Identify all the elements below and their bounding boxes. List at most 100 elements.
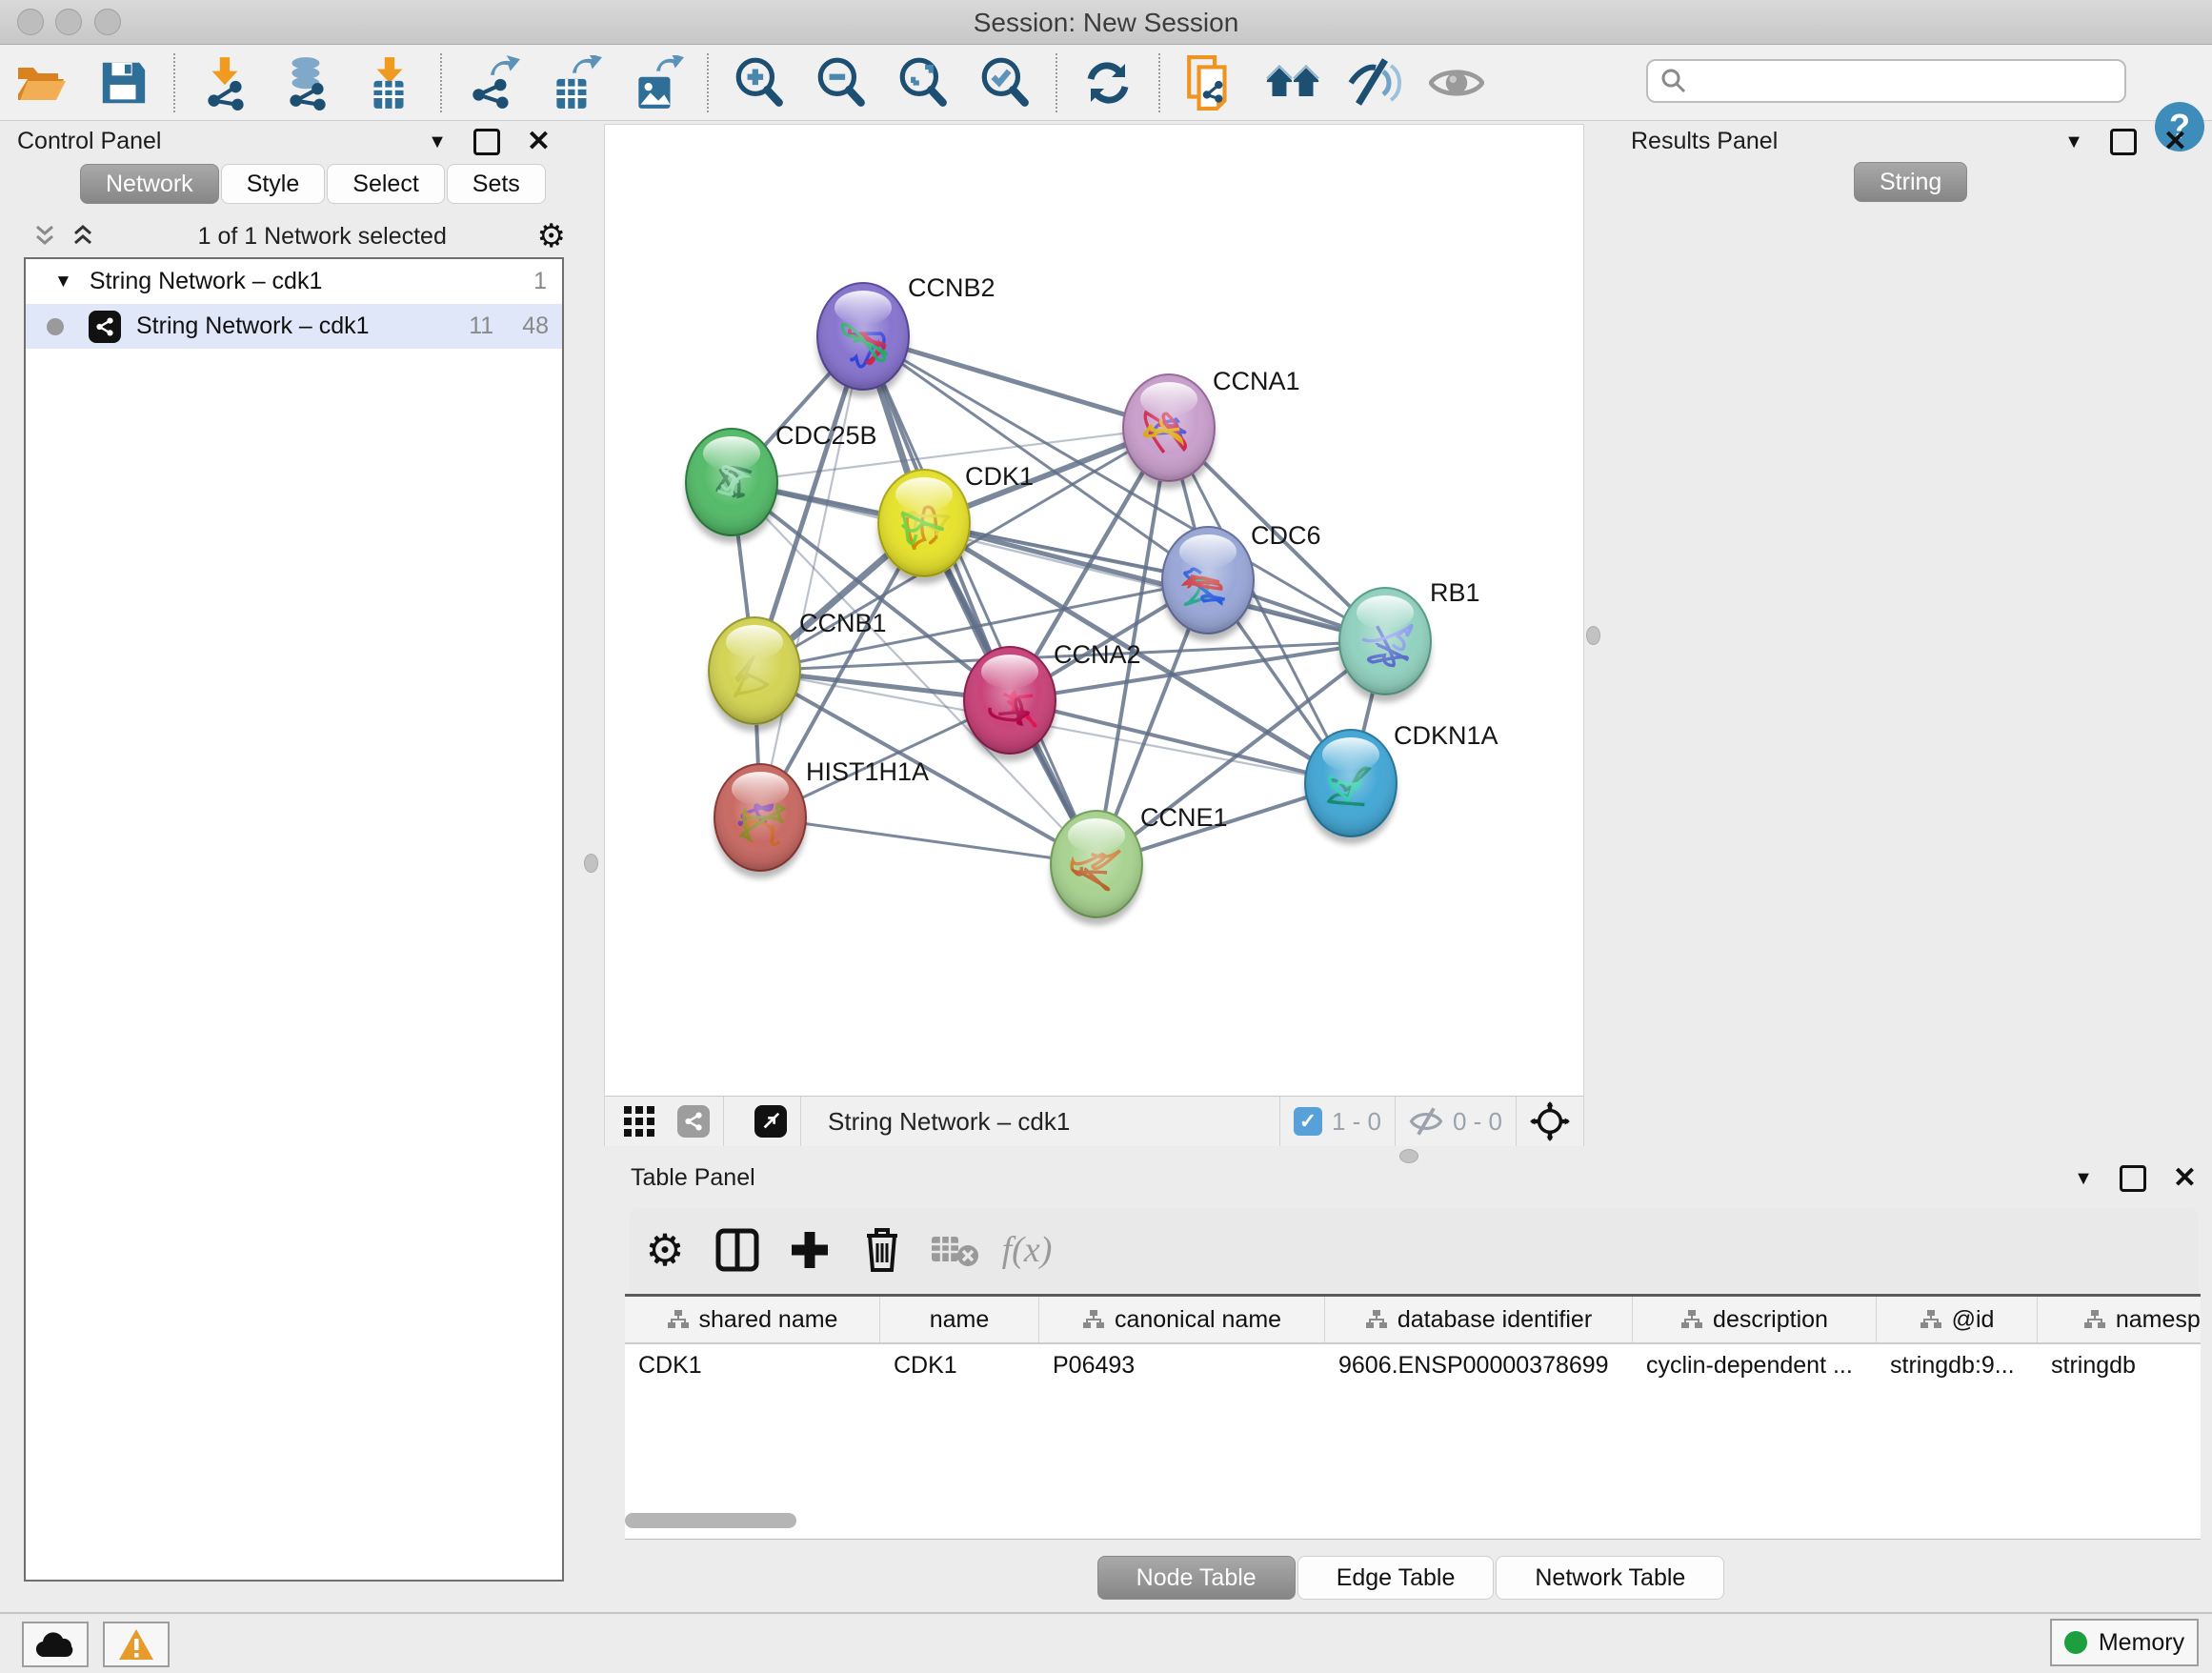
cloud-status-button[interactable] bbox=[22, 1622, 89, 1667]
network-options-gear-icon[interactable]: ⚙ bbox=[537, 217, 566, 255]
table-cell[interactable]: stringdb:9... bbox=[1877, 1344, 2038, 1386]
network-edge[interactable] bbox=[863, 336, 1169, 428]
save-session-button[interactable] bbox=[95, 55, 151, 111]
zoom-fit-button[interactable] bbox=[895, 55, 951, 111]
status-bar: Memory bbox=[0, 1612, 2212, 1673]
network-share-view-icon[interactable] bbox=[677, 1105, 710, 1138]
import-table-button[interactable] bbox=[362, 55, 417, 111]
table-cell[interactable]: 9606.ENSP00000378699 bbox=[1325, 1344, 1633, 1386]
bottom-splitter-handle[interactable] bbox=[1399, 1149, 1418, 1163]
float-panel-icon[interactable] bbox=[2110, 129, 2137, 155]
network-canvas[interactable]: CCNB2CCNA1CDC25BCDK1CDC6RB1CCNB1CCNA2CDK… bbox=[605, 125, 1583, 1095]
tab-string[interactable]: String bbox=[1854, 162, 1967, 202]
tab-select[interactable]: Select bbox=[327, 164, 444, 204]
show-graphics-details-button[interactable] bbox=[1429, 55, 1484, 111]
home-button[interactable] bbox=[1265, 55, 1320, 111]
table-options-gear-icon[interactable]: ⚙ bbox=[634, 1221, 695, 1279]
results-panel-title: Results Panel bbox=[1631, 124, 1778, 158]
hidden-counts: 0 - 0 bbox=[1453, 1107, 1502, 1137]
table-cell[interactable]: CDK1 bbox=[625, 1344, 880, 1386]
expand-all-icon[interactable] bbox=[70, 223, 98, 250]
warning-icon bbox=[117, 1627, 155, 1662]
tab-network-table[interactable]: Network Table bbox=[1496, 1556, 1724, 1600]
node-label: CCNE1 bbox=[1140, 803, 1228, 832]
clone-network-button[interactable] bbox=[1183, 55, 1238, 111]
network-node-CDC25B[interactable]: CDC25B bbox=[686, 421, 877, 543]
toolbar-separator bbox=[1158, 53, 1160, 112]
panel-menu-icon[interactable]: ▼ bbox=[428, 131, 447, 153]
grid-view-icon[interactable] bbox=[622, 1104, 656, 1139]
network-edge[interactable] bbox=[760, 336, 863, 817]
export-network-button[interactable] bbox=[465, 55, 520, 111]
warnings-button[interactable] bbox=[103, 1622, 170, 1667]
column-header-label: description bbox=[1713, 1306, 1828, 1334]
network-collection-row[interactable]: ▼ String Network – cdk1 1 bbox=[26, 259, 562, 304]
export-image-button[interactable] bbox=[629, 55, 684, 111]
collapse-all-icon[interactable] bbox=[31, 223, 60, 250]
network-node-CCNB2[interactable]: CCNB2 bbox=[817, 273, 995, 397]
open-session-button[interactable] bbox=[13, 55, 69, 111]
memory-button[interactable]: Memory bbox=[2050, 1619, 2199, 1666]
search-icon bbox=[1659, 67, 1688, 95]
network-node-CCNE1[interactable]: CCNE1 bbox=[1051, 803, 1228, 925]
show-columns-icon[interactable] bbox=[707, 1221, 768, 1279]
tab-style[interactable]: Style bbox=[221, 164, 326, 204]
import-network-from-database-button[interactable] bbox=[280, 55, 335, 111]
hidden-eye-icon[interactable] bbox=[1409, 1107, 1443, 1136]
import-network-button[interactable] bbox=[198, 55, 253, 111]
results-panel: Results Panel ▼ ✕ String Expand All Coll… bbox=[1619, 124, 2204, 1151]
close-panel-icon[interactable]: ✕ bbox=[2163, 128, 2187, 156]
fit-selected-crosshair-icon[interactable] bbox=[1530, 1101, 1570, 1141]
network-node-CDK1[interactable]: CDK1 bbox=[878, 462, 1034, 584]
hide-labels-button[interactable] bbox=[1347, 55, 1402, 111]
column-header-canonical-name[interactable]: canonical name bbox=[1039, 1297, 1325, 1342]
node-label: CCNB2 bbox=[908, 273, 995, 302]
refresh-button[interactable] bbox=[1080, 55, 1136, 111]
toolbar-separator bbox=[1056, 53, 1057, 112]
search-input[interactable] bbox=[1688, 67, 2092, 95]
tab-network[interactable]: Network bbox=[80, 164, 219, 204]
network-node-CDC6[interactable]: CDC6 bbox=[1162, 521, 1321, 641]
delete-column-trash-icon[interactable] bbox=[852, 1221, 913, 1279]
table-cell[interactable]: cyclin-dependent ... bbox=[1633, 1344, 1877, 1386]
zoom-out-button[interactable] bbox=[814, 55, 869, 111]
panel-menu-icon[interactable]: ▼ bbox=[2064, 131, 2083, 153]
network-node-HIST1H1A[interactable]: HIST1H1A bbox=[714, 757, 929, 878]
network-node-CCNB1[interactable]: CCNB1 bbox=[709, 609, 887, 732]
close-panel-icon[interactable]: ✕ bbox=[527, 128, 551, 156]
network-node-CCNA2[interactable]: CCNA2 bbox=[964, 640, 1141, 761]
left-splitter-handle[interactable] bbox=[584, 854, 598, 873]
table-cell[interactable]: P06493 bbox=[1039, 1344, 1325, 1386]
node-table[interactable]: shared namenamecanonical namedatabase id… bbox=[625, 1294, 2201, 1540]
float-panel-icon[interactable] bbox=[473, 129, 500, 155]
horizontal-scrollbar-thumb[interactable] bbox=[625, 1513, 796, 1528]
network-edge[interactable] bbox=[760, 817, 1096, 864]
table-row[interactable]: CDK1CDK1P064939606.ENSP00000378699cyclin… bbox=[625, 1344, 2201, 1386]
table-cell[interactable]: stringdb bbox=[2038, 1344, 2201, 1386]
zoom-in-button[interactable] bbox=[732, 55, 787, 111]
network-node-RB1[interactable]: RB1 bbox=[1339, 578, 1480, 702]
column-header-namespace[interactable]: namespace bbox=[2038, 1297, 2201, 1342]
collection-caret-icon[interactable]: ▼ bbox=[54, 272, 72, 292]
table-cell[interactable]: CDK1 bbox=[880, 1344, 1039, 1386]
selected-checkbox-icon[interactable]: ✓ bbox=[1294, 1107, 1322, 1136]
column-header-name[interactable]: name bbox=[880, 1297, 1039, 1342]
panel-menu-icon[interactable]: ▼ bbox=[2074, 1168, 2093, 1190]
network-row[interactable]: String Network – cdk1 11 48 bbox=[26, 304, 562, 349]
column-header-description[interactable]: description bbox=[1633, 1297, 1877, 1342]
close-panel-icon[interactable]: ✕ bbox=[2173, 1164, 2197, 1193]
float-panel-icon[interactable] bbox=[2120, 1165, 2146, 1192]
column-header-@id[interactable]: @id bbox=[1877, 1297, 2038, 1342]
column-header-shared-name[interactable]: shared name bbox=[625, 1297, 880, 1342]
add-column-icon[interactable] bbox=[779, 1221, 840, 1279]
tab-sets[interactable]: Sets bbox=[447, 164, 546, 204]
birdseye-view-icon[interactable] bbox=[754, 1105, 787, 1138]
zoom-selected-button[interactable] bbox=[977, 55, 1033, 111]
export-table-button[interactable] bbox=[547, 55, 602, 111]
network-node-CDKN1A[interactable]: CDKN1A bbox=[1305, 721, 1498, 844]
toolbar-search bbox=[1646, 59, 2126, 103]
right-splitter-handle[interactable] bbox=[1586, 626, 1600, 645]
tab-edge-table[interactable]: Edge Table bbox=[1297, 1556, 1495, 1600]
tab-node-table[interactable]: Node Table bbox=[1097, 1556, 1296, 1600]
column-header-database-identifier[interactable]: database identifier bbox=[1325, 1297, 1633, 1342]
